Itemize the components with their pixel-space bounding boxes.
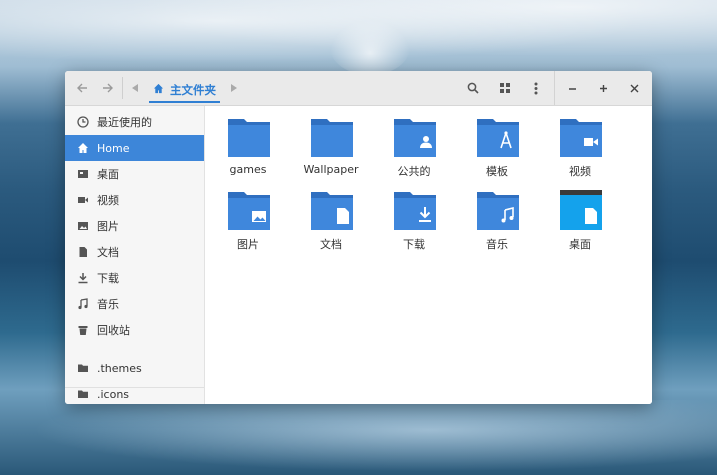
file-name: 音乐 bbox=[486, 238, 508, 251]
file-item-wallpaper[interactable]: Wallpaper bbox=[291, 106, 371, 176]
file-name: Wallpaper bbox=[303, 163, 359, 176]
file-name: 公共的 bbox=[397, 165, 431, 178]
minimize-button[interactable] bbox=[562, 78, 582, 98]
file-view: games Wallpaper 公共的 模板 视频 图片 文档 下载 音乐 桌面 bbox=[205, 106, 652, 404]
arrow-right-icon bbox=[103, 83, 113, 93]
close-button[interactable] bbox=[624, 78, 644, 98]
desktop-icon bbox=[76, 167, 90, 181]
sidebar-item-music[interactable]: 音乐 bbox=[65, 291, 204, 317]
sidebar-item-videos[interactable]: 视频 bbox=[65, 187, 204, 213]
file-name: games bbox=[229, 163, 267, 176]
file-item-games[interactable]: games bbox=[208, 106, 288, 176]
sidebar-item-desktop[interactable]: 桌面 bbox=[65, 161, 204, 187]
trash-icon bbox=[76, 323, 90, 337]
view-mode-button[interactable] bbox=[495, 78, 515, 98]
templates-folder-icon bbox=[477, 119, 519, 157]
file-item-pictures[interactable]: 图片 bbox=[208, 179, 288, 251]
document-icon bbox=[76, 245, 90, 259]
places-sidebar: 最近使用的 Home 桌面 视频 图片 文档 下载 音乐 回收站 .themes… bbox=[65, 106, 205, 404]
file-item-desktop[interactable]: 桌面 bbox=[540, 179, 620, 251]
breadcrumb-home[interactable]: 主文件夹 bbox=[149, 79, 220, 103]
sidebar-item-recent[interactable]: 最近使用的 bbox=[65, 109, 204, 135]
sidebar-item-downloads[interactable]: 下载 bbox=[65, 265, 204, 291]
toolbar-separator bbox=[122, 77, 123, 99]
home-icon bbox=[153, 83, 164, 97]
sidebar-item-label: 视频 bbox=[97, 194, 119, 207]
music-folder-icon bbox=[477, 192, 519, 230]
header-bar: 主文件夹 bbox=[65, 71, 652, 106]
search-button[interactable] bbox=[463, 78, 483, 98]
sidebar-item-home[interactable]: Home bbox=[65, 135, 204, 161]
path-scroll-right-button[interactable] bbox=[224, 78, 244, 98]
file-item-music[interactable]: 音乐 bbox=[457, 179, 537, 251]
kebab-menu-icon bbox=[534, 82, 538, 94]
menu-button[interactable] bbox=[526, 78, 546, 98]
file-item-downloads[interactable]: 下载 bbox=[374, 179, 454, 251]
folder-icon bbox=[76, 361, 90, 375]
minimize-icon bbox=[568, 87, 576, 90]
window-controls-separator bbox=[554, 71, 555, 105]
sidebar-item-documents[interactable]: 文档 bbox=[65, 239, 204, 265]
breadcrumb-label: 主文件夹 bbox=[170, 83, 216, 97]
wallpaper-foam bbox=[0, 400, 717, 475]
sidebar-item-trash[interactable]: 回收站 bbox=[65, 317, 204, 343]
arrow-left-icon bbox=[77, 83, 87, 93]
file-manager-window: 主文件夹 最近使用的 Home 桌面 视频 图片 文档 下载 音乐 回收站 .t… bbox=[65, 71, 652, 404]
folder-icon bbox=[311, 119, 353, 157]
file-name: 图片 bbox=[237, 238, 259, 251]
wallpaper-splash bbox=[330, 20, 410, 75]
videos-folder-icon bbox=[560, 119, 602, 157]
sidebar-item-label: 下载 bbox=[97, 272, 119, 285]
sidebar-item-themes[interactable]: .themes bbox=[65, 355, 204, 381]
sidebar-item-label: 最近使用的 bbox=[97, 116, 152, 129]
desktop-folder-icon bbox=[560, 190, 602, 230]
sidebar-item-label: 桌面 bbox=[97, 168, 119, 181]
plus-icon bbox=[599, 84, 607, 92]
sidebar-item-label: 音乐 bbox=[97, 298, 119, 311]
file-name: 桌面 bbox=[569, 238, 591, 251]
back-button[interactable] bbox=[72, 78, 92, 98]
public-folder-icon bbox=[394, 119, 436, 157]
video-icon bbox=[76, 193, 90, 207]
file-name: 文档 bbox=[320, 238, 342, 251]
path-scroll-left-button[interactable] bbox=[125, 78, 145, 98]
clock-icon bbox=[76, 115, 90, 129]
file-name: 模板 bbox=[486, 165, 508, 178]
forward-button[interactable] bbox=[98, 78, 118, 98]
sidebar-item-label: Home bbox=[97, 141, 130, 155]
image-icon bbox=[76, 219, 90, 233]
grid-icon bbox=[500, 83, 510, 93]
download-icon bbox=[76, 271, 90, 285]
sidebar-item-label: 图片 bbox=[97, 220, 119, 233]
maximize-button[interactable] bbox=[593, 78, 613, 98]
sidebar-item-label: 文档 bbox=[97, 246, 119, 259]
triangle-right-icon bbox=[231, 84, 237, 92]
documents-folder-icon bbox=[311, 192, 353, 230]
close-icon bbox=[630, 84, 638, 92]
search-icon bbox=[467, 82, 479, 94]
pictures-folder-icon bbox=[228, 192, 270, 230]
file-name: 视频 bbox=[569, 165, 591, 178]
folder-icon bbox=[228, 119, 270, 157]
file-item-documents[interactable]: 文档 bbox=[291, 179, 371, 251]
file-item-public[interactable]: 公共的 bbox=[374, 106, 454, 178]
sidebar-item-pictures[interactable]: 图片 bbox=[65, 213, 204, 239]
sidebar-item-label: .themes bbox=[97, 361, 142, 375]
sidebar-item-label: 回收站 bbox=[97, 324, 130, 337]
folder-icon bbox=[76, 387, 90, 401]
file-name: 下载 bbox=[403, 238, 425, 251]
sidebar-item-label: .icons bbox=[97, 387, 130, 401]
file-item-templates[interactable]: 模板 bbox=[457, 106, 537, 178]
downloads-folder-icon bbox=[394, 192, 436, 230]
sidebar-item-icons[interactable]: .icons bbox=[65, 381, 204, 404]
file-item-videos[interactable]: 视频 bbox=[540, 106, 620, 178]
home-icon bbox=[76, 141, 90, 155]
triangle-left-icon bbox=[132, 84, 138, 92]
music-icon bbox=[76, 297, 90, 311]
